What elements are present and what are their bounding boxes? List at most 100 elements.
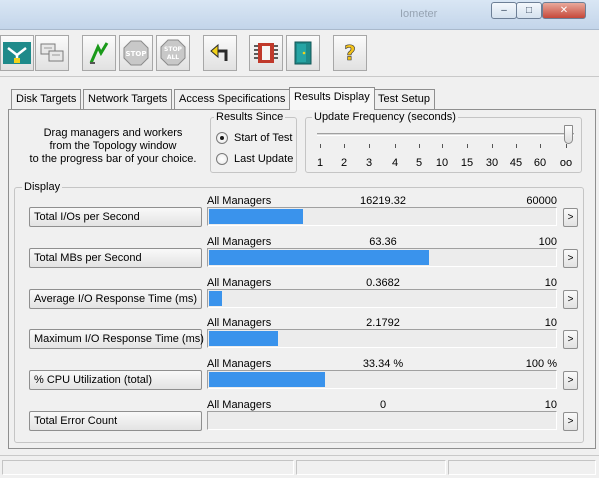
- slider-tick: [540, 144, 541, 148]
- drag-instructions-line: Drag managers and workers: [43, 127, 183, 139]
- metric-max: 10: [544, 277, 557, 289]
- more-options-button[interactable]: >: [563, 412, 578, 431]
- progress-bar[interactable]: [207, 329, 557, 348]
- start-flag-icon: [89, 42, 109, 64]
- metric-row-3-button[interactable]: Maximum I/O Response Time (ms): [29, 329, 204, 349]
- metric-row-1-button[interactable]: Total MBs per Second: [29, 248, 202, 268]
- stop-button[interactable]: STOP: [119, 35, 153, 71]
- stop-all-button[interactable]: STOP ALL: [156, 35, 190, 71]
- slider-tick-label: 45: [509, 157, 523, 169]
- radio-last-update[interactable]: Last Update: [216, 153, 293, 165]
- metric-value: 0.3682: [366, 277, 400, 289]
- progress-bar[interactable]: [207, 411, 557, 430]
- slider-tick-label: 30: [485, 157, 499, 169]
- tab-test-setup[interactable]: Test Setup: [373, 89, 435, 109]
- metric-row-4-button[interactable]: % CPU Utilization (total): [29, 370, 202, 390]
- slider-tick-label: 4: [391, 157, 399, 169]
- close-button[interactable]: ✕: [542, 2, 586, 19]
- slider-tick-label: 3: [365, 157, 373, 169]
- stop-all-icon: STOP ALL: [160, 39, 186, 66]
- metric-value: 2.1792: [366, 317, 400, 329]
- metric-value: 63.36: [369, 236, 397, 248]
- svg-text:STOP: STOP: [126, 50, 147, 58]
- radio-button[interactable]: [216, 153, 228, 165]
- progress-bar[interactable]: [207, 289, 557, 308]
- tab-results-display[interactable]: Results Display: [289, 87, 375, 110]
- progress-bar[interactable]: [207, 370, 557, 389]
- slider-tick: [369, 144, 370, 148]
- progress-bar[interactable]: [207, 207, 557, 226]
- manager-label: All Managers: [207, 195, 272, 207]
- radio-start-of-test[interactable]: Start of Test: [216, 132, 293, 144]
- metric-row-5-button[interactable]: Total Error Count: [29, 411, 202, 431]
- metric-value: 33.34 %: [362, 358, 404, 370]
- reset-workers-button[interactable]: [203, 35, 237, 71]
- start-tests-button[interactable]: [82, 35, 116, 71]
- drag-instructions: Drag managers and workers from the Topol…: [23, 127, 203, 166]
- slider-tick-label: 15: [460, 157, 474, 169]
- reset-workers-icon: [210, 43, 228, 61]
- more-options-button[interactable]: >: [563, 330, 578, 349]
- minimize-icon: –: [501, 5, 507, 16]
- status-pane: [296, 460, 446, 475]
- stop-icon: STOP: [123, 40, 149, 66]
- metric-max: 100: [538, 236, 557, 248]
- slider-tick: [395, 144, 396, 148]
- radio-button[interactable]: [216, 132, 228, 144]
- slider-tick: [516, 144, 517, 148]
- exit-button[interactable]: [286, 35, 320, 71]
- slider-tick: [566, 144, 567, 148]
- metric-row-0-button[interactable]: Total I/Os per Second: [29, 207, 202, 227]
- metric-value: 0: [379, 399, 387, 411]
- metric-max: 10: [544, 317, 557, 329]
- help-button[interactable]: ?: [333, 35, 367, 71]
- status-pane: [448, 460, 596, 475]
- metric-max: 100 %: [525, 358, 557, 370]
- slider-tick-label: 60: [533, 157, 547, 169]
- close-icon: ✕: [559, 5, 569, 16]
- maximize-button[interactable]: □: [516, 2, 542, 19]
- background-window-title: Iometer: [400, 8, 438, 20]
- more-options-button[interactable]: >: [563, 290, 578, 309]
- open-config-button[interactable]: [249, 35, 283, 71]
- toolbar: STOP STOP ALL ?: [0, 31, 599, 77]
- tab-disk-targets[interactable]: Disk Targets: [11, 89, 82, 109]
- manager-label: All Managers: [207, 317, 272, 329]
- slider-tick-label: 5: [415, 157, 423, 169]
- metric-value: 16219.32: [360, 195, 406, 207]
- manager-label: All Managers: [207, 277, 272, 289]
- help-icon: ?: [344, 41, 356, 66]
- progress-bar-fill: [209, 209, 303, 224]
- slider-thumb[interactable]: [564, 125, 573, 144]
- exit-icon: [294, 41, 312, 65]
- minimize-button[interactable]: –: [491, 2, 517, 19]
- disk-workers-button[interactable]: [35, 35, 69, 71]
- slider-tick: [344, 144, 345, 148]
- topology-button[interactable]: [0, 35, 34, 71]
- update-frequency-slider[interactable]: [317, 133, 574, 136]
- tab-network-targets[interactable]: Network Targets: [83, 89, 173, 109]
- update-frequency-label: Update Frequency (seconds): [312, 111, 458, 123]
- manager-label: All Managers: [207, 236, 272, 248]
- metric-max: 10: [544, 399, 557, 411]
- slider-tick-label: 1: [316, 157, 324, 169]
- display-label: Display: [22, 181, 63, 193]
- metric-row-2-button[interactable]: Average I/O Response Time (ms): [29, 289, 202, 309]
- manager-label: All Managers: [207, 399, 272, 411]
- results-since-label: Results Since: [214, 111, 286, 123]
- status-pane: [2, 460, 294, 475]
- more-options-button[interactable]: >: [563, 208, 578, 227]
- maximize-icon: □: [525, 5, 533, 16]
- more-options-button[interactable]: >: [563, 371, 578, 390]
- tab-access-specifications[interactable]: Access Specifications: [174, 89, 291, 109]
- slider-tick: [442, 144, 443, 148]
- slider-tick-label: 2: [340, 157, 348, 169]
- radio-label: Start of Test: [234, 132, 293, 144]
- radio-label: Last Update: [234, 153, 294, 165]
- slider-tick: [467, 144, 468, 148]
- progress-bar-fill: [209, 291, 222, 306]
- open-config-icon: [254, 43, 278, 63]
- more-options-button[interactable]: >: [563, 249, 578, 268]
- drag-instructions-line: from the Topology window: [49, 140, 177, 152]
- progress-bar[interactable]: [207, 248, 557, 267]
